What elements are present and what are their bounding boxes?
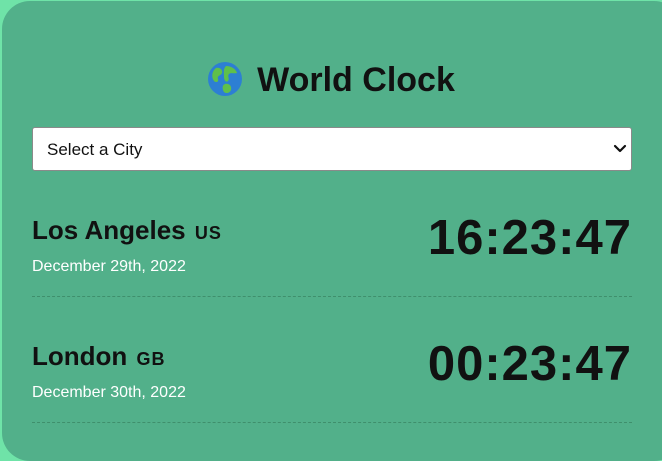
- city-name-label: London: [32, 341, 128, 371]
- city-time: 16:23:47: [427, 211, 632, 265]
- city-time: 00:23:47: [427, 337, 632, 391]
- country-code: US: [194, 223, 222, 243]
- city-select[interactable]: Select a City: [32, 127, 632, 171]
- city-date: December 29th, 2022: [32, 258, 186, 275]
- city-row-london: London GB December 30th, 2022 00:23:47: [32, 316, 632, 423]
- city-name: London GB: [32, 341, 166, 372]
- chevron-down-icon: [613, 144, 627, 153]
- app-header: World Clock: [0, 56, 662, 104]
- globe-icon: [208, 62, 243, 96]
- country-code: GB: [136, 349, 166, 369]
- city-select-value: Select a City: [47, 140, 143, 159]
- app-title: World Clock: [257, 61, 455, 99]
- city-date: December 30th, 2022: [32, 384, 186, 401]
- city-name: Los Angeles US: [32, 215, 222, 246]
- city-row-los-angeles: Los Angeles US December 29th, 2022 16:23…: [32, 190, 632, 297]
- city-name-label: Los Angeles: [32, 215, 186, 245]
